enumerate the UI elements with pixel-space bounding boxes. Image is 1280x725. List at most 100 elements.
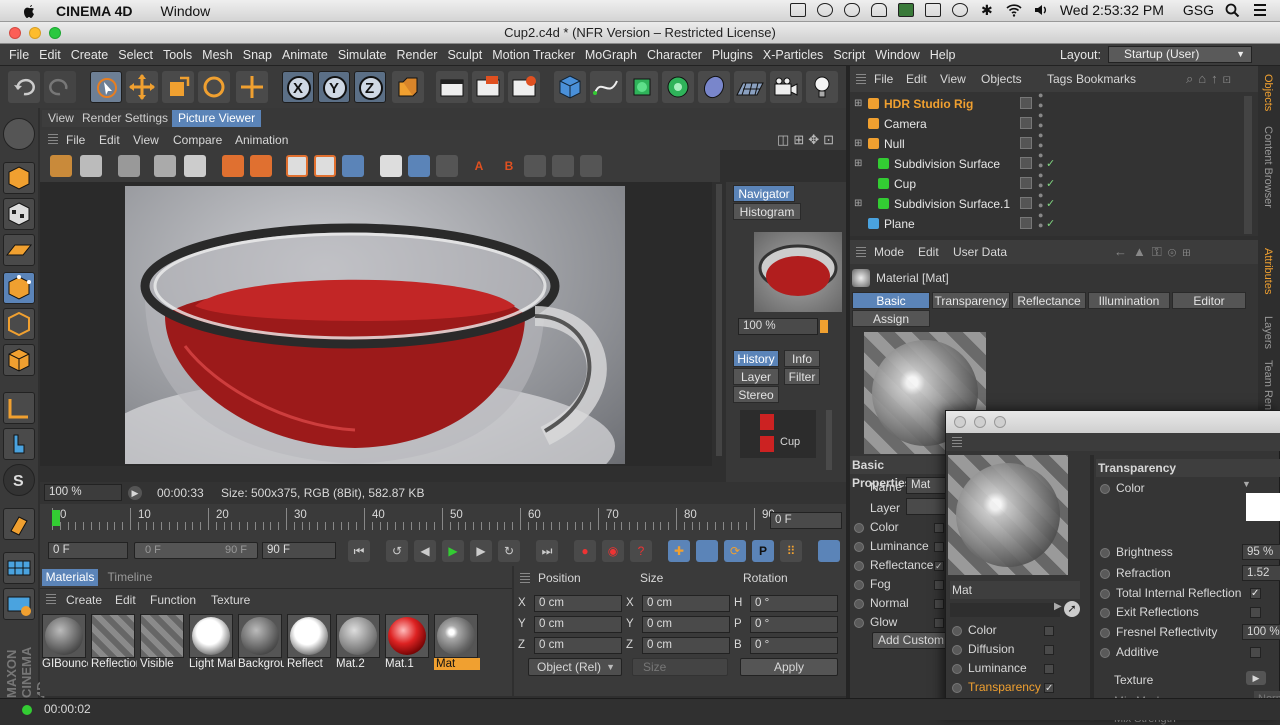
coord-value-field[interactable]: 0 ° — [750, 616, 838, 633]
timeline-window-icon[interactable] — [818, 540, 840, 562]
expand-icon[interactable]: ⊞ — [854, 134, 862, 154]
animate-radio-icon[interactable] — [854, 560, 864, 571]
editor-zoom-button[interactable] — [994, 416, 1006, 428]
render-to-picture-viewer-icon[interactable] — [472, 71, 504, 103]
floor-icon[interactable] — [734, 71, 766, 103]
obj-menu-bookmarks[interactable]: Bookmarks — [1076, 72, 1136, 86]
obj-menu-tags[interactable]: Tags — [1047, 72, 1072, 86]
animate-radio-icon[interactable] — [952, 625, 962, 636]
undo-button[interactable] — [8, 71, 40, 103]
ab-swap-icon[interactable] — [408, 155, 430, 177]
go-to-end-icon[interactable]: ⏭ — [536, 540, 558, 562]
attr-nav-icons[interactable]: ←▲⚿⊚⊞ — [1114, 244, 1197, 260]
side-tab-layers[interactable]: Layers — [1262, 316, 1274, 349]
obj-menu-objects[interactable]: Objects — [981, 72, 1022, 86]
tab-assign[interactable]: Assign — [852, 310, 930, 327]
grip-icon[interactable] — [856, 74, 866, 84]
minimize-window-button[interactable] — [29, 27, 41, 39]
visibility-dots-icon[interactable]: ● ● — [1038, 90, 1043, 110]
animate-radio-icon[interactable] — [854, 541, 864, 552]
expand-icon[interactable]: ⊞ — [854, 94, 862, 114]
pv-zoom-field[interactable]: 100 % — [44, 484, 122, 501]
set-b-icon[interactable]: B — [498, 155, 520, 177]
menu-item-mesh[interactable]: Mesh — [202, 48, 233, 62]
end-frame-field[interactable]: 90 F — [262, 542, 336, 559]
editor-preview[interactable] — [948, 455, 1068, 575]
editor-channel-label[interactable]: Diffusion — [968, 642, 1014, 656]
navigator-thumbnail[interactable] — [754, 232, 842, 312]
coord-value-field[interactable]: 0 ° — [750, 595, 838, 612]
material-thumbnail[interactable] — [42, 614, 86, 658]
material-thumbnail[interactable] — [140, 614, 184, 658]
os-user[interactable]: GSG — [1183, 2, 1214, 18]
attr-menu-user-data[interactable]: User Data — [953, 245, 1007, 259]
animate-radio-icon[interactable] — [854, 598, 864, 609]
animate-radio-icon[interactable] — [1100, 588, 1110, 599]
tab-picture-viewer[interactable]: Picture Viewer — [172, 110, 262, 127]
layer-swatch[interactable] — [1020, 177, 1032, 189]
obj-menu-edit[interactable]: Edit — [906, 72, 927, 86]
material-label[interactable]: Background — [238, 658, 284, 670]
animate-radio-icon[interactable] — [1100, 568, 1110, 579]
cloud-icon[interactable] — [843, 3, 860, 17]
coord-value-field[interactable]: 0 cm — [534, 595, 622, 612]
preview-range-slider[interactable]: 0 F 90 F — [134, 542, 258, 559]
next-key-icon[interactable]: ↻ — [498, 540, 520, 562]
add-custom-button[interactable]: Add Custom — [872, 632, 950, 649]
scene-icon[interactable] — [154, 155, 176, 177]
picture-viewer-canvas[interactable] — [40, 182, 722, 466]
pv-menu-file[interactable]: File — [66, 133, 85, 147]
key-position-icon[interactable]: ✚ — [668, 540, 690, 562]
material-thumbnail[interactable] — [287, 614, 331, 658]
color-dropdown-icon[interactable]: ▼ — [1242, 479, 1251, 489]
object-list-scrollbar[interactable] — [1244, 96, 1252, 234]
obj-menu-view[interactable]: View — [940, 72, 966, 86]
tab-illumination[interactable]: Illumination — [1088, 292, 1170, 309]
channel-row[interactable]: Luminance — [854, 539, 929, 553]
pick-cursor-icon[interactable]: ➚ — [1064, 601, 1080, 617]
z-axis-lock-button[interactable]: Z — [354, 71, 386, 103]
tab-render-settings[interactable]: Render Settings — [76, 110, 175, 127]
tab-navigator[interactable]: Navigator — [733, 185, 795, 202]
channel-checkbox[interactable] — [934, 599, 944, 609]
menu-item-x-particles[interactable]: X-Particles — [763, 48, 823, 62]
material-label[interactable]: Mat.1 — [385, 658, 431, 670]
render-settings-icon[interactable] — [508, 71, 540, 103]
animate-radio-icon[interactable] — [854, 617, 864, 628]
panel-layout-icons[interactable]: ◫⊞✥⊡ — [777, 132, 838, 148]
animate-radio-icon[interactable] — [1100, 627, 1110, 638]
tab-history[interactable]: History — [733, 350, 779, 367]
material-thumbnail[interactable] — [91, 614, 135, 658]
editor-material-name[interactable]: Mat — [950, 581, 1080, 599]
region-2-icon[interactable] — [314, 155, 336, 177]
paste-icon[interactable] — [250, 155, 272, 177]
copy-icon[interactable] — [222, 155, 244, 177]
record-keys-icon[interactable]: ● — [574, 540, 596, 562]
time-machine-icon[interactable] — [951, 3, 968, 17]
close-window-button[interactable] — [9, 27, 21, 39]
apply-button[interactable]: Apply — [740, 658, 838, 676]
history-thumb[interactable] — [760, 436, 774, 452]
property-value[interactable] — [1250, 647, 1261, 658]
animate-radio-icon[interactable] — [1100, 547, 1110, 558]
transparency-color-swatch[interactable] — [1246, 493, 1280, 521]
dropbox-icon[interactable] — [816, 3, 833, 17]
tab-view[interactable]: View — [42, 110, 80, 127]
editor-channel-row[interactable]: Diffusion — [952, 642, 1014, 656]
property-value[interactable]: 100 % — [1242, 624, 1280, 640]
flame-icon[interactable] — [870, 3, 887, 17]
timeline-ruler[interactable]: 0 10 20 30 40 50 60 70 80 90 0 F — [40, 504, 846, 538]
expand-arrow-icon[interactable]: ▶ — [1054, 601, 1062, 612]
menu-item-file[interactable]: File — [9, 48, 29, 62]
wifi-icon[interactable] — [1006, 3, 1022, 17]
keyframe-selection-icon[interactable]: ? — [630, 540, 652, 562]
apple-icon[interactable] — [20, 3, 38, 19]
channel-row[interactable]: Glow — [854, 615, 897, 629]
save-icon[interactable] — [80, 155, 102, 177]
axis-icon[interactable] — [3, 392, 35, 424]
material-label[interactable]: Reflection — [91, 658, 137, 670]
start-frame-field[interactable]: 0 F — [48, 542, 128, 559]
layer-field[interactable] — [906, 498, 946, 515]
cloner-icon[interactable] — [662, 71, 694, 103]
object-row[interactable]: Plane ● ● ✓ — [852, 210, 1247, 234]
